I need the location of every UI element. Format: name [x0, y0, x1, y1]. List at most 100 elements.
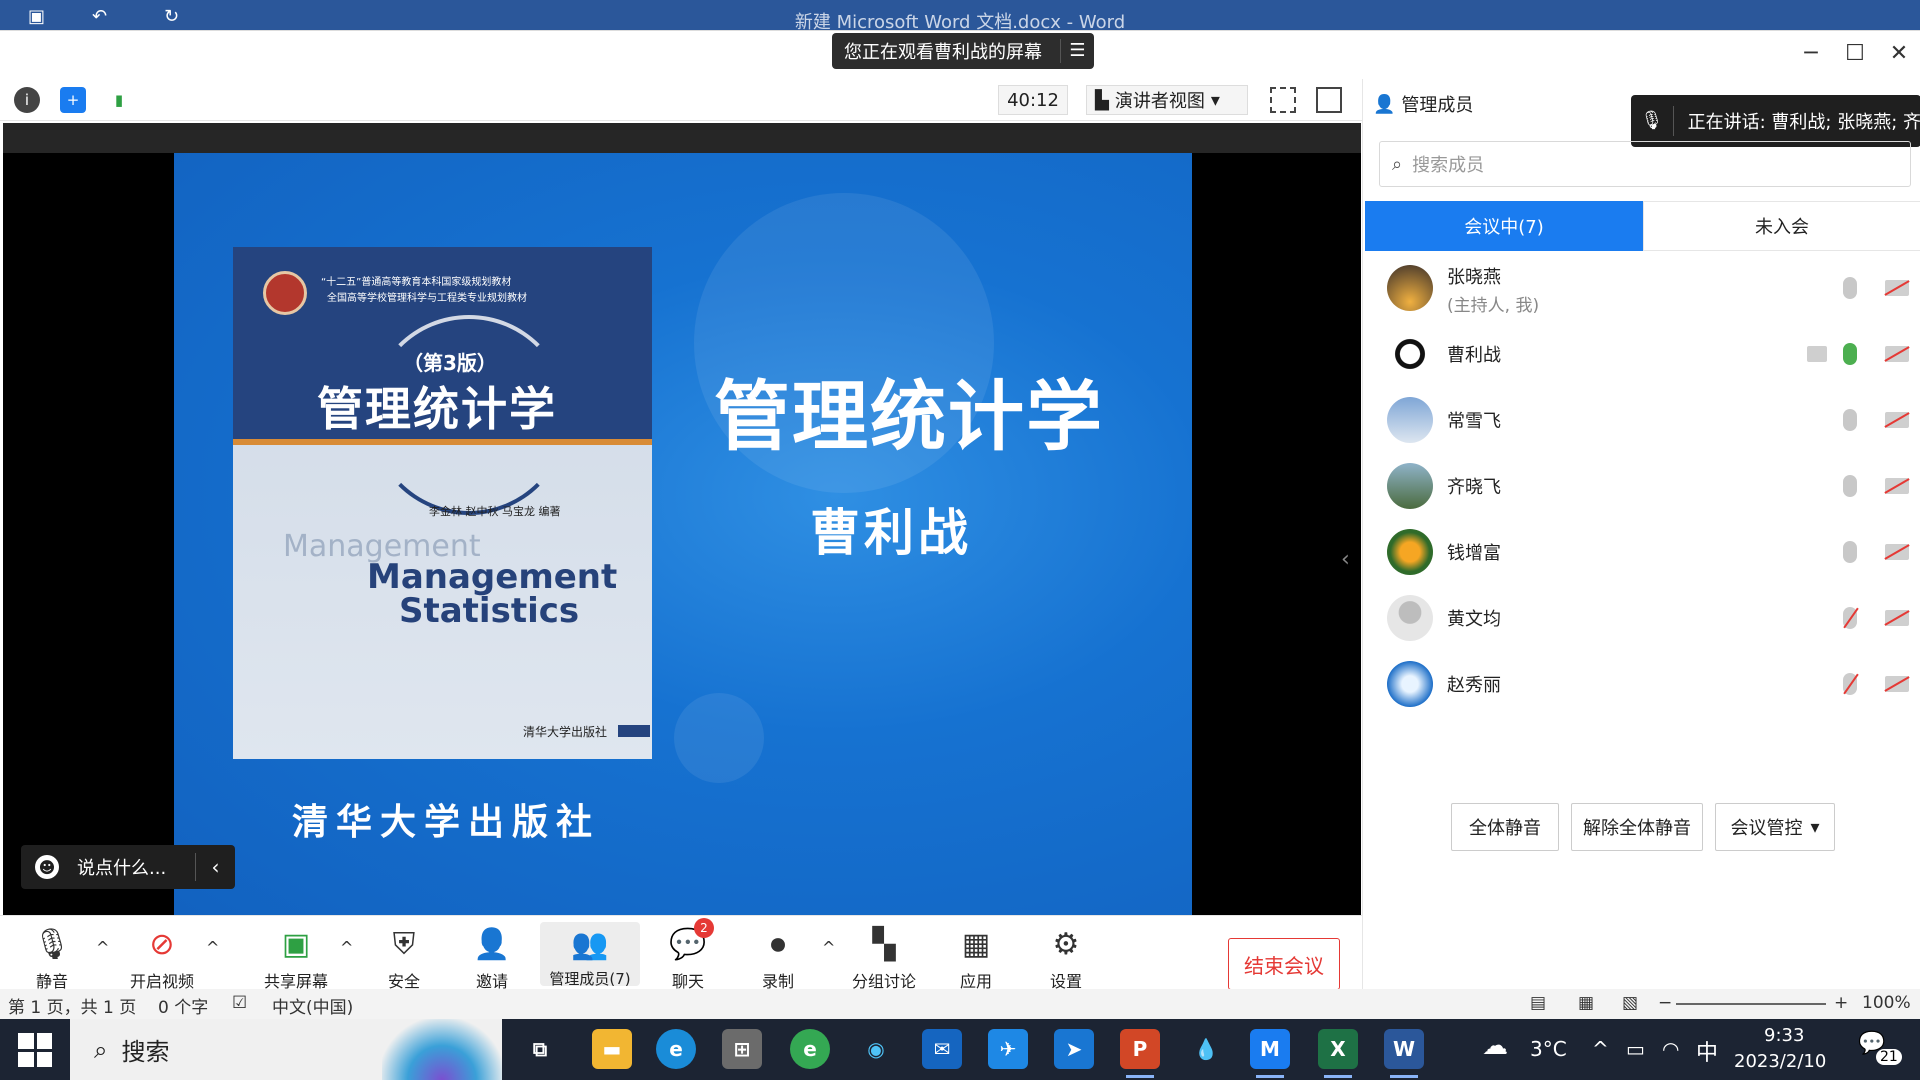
language[interactable]: 中文(中国): [272, 993, 353, 1018]
meeting-app-icon[interactable]: M: [1250, 1029, 1290, 1078]
file-explorer-icon[interactable]: ▬: [592, 1029, 632, 1069]
mic-muted-icon[interactable]: [1843, 673, 1857, 695]
search-placeholder[interactable]: 搜索成员: [1412, 151, 1484, 177]
maximize-icon[interactable]: ☐: [1840, 41, 1870, 66]
shield-icon[interactable]: +: [60, 87, 86, 113]
start-video-button[interactable]: ⊘ 开启视频: [112, 922, 212, 992]
settings-button[interactable]: ⚙ 设置: [1016, 922, 1116, 992]
chevron-left-icon[interactable]: ‹: [195, 853, 235, 881]
collapse-panel-icon[interactable]: ‹: [1341, 547, 1350, 572]
zoom-slider[interactable]: [1676, 1003, 1826, 1005]
weather-temp[interactable]: 3°C: [1530, 1037, 1567, 1061]
edge-icon[interactable]: e: [656, 1029, 696, 1069]
wifi-icon[interactable]: ◠: [1662, 1037, 1679, 1061]
zoom-level[interactable]: 100%: [1862, 993, 1911, 1013]
proofing-icon[interactable]: ☑: [232, 993, 247, 1013]
camera-off-icon[interactable]: [1885, 412, 1909, 428]
mic-icon[interactable]: [1843, 541, 1857, 563]
chat-button[interactable]: 💬 聊天: [638, 922, 738, 992]
clock-time[interactable]: 9:33: [1764, 1025, 1804, 1046]
mic-icon[interactable]: [1843, 277, 1857, 299]
signal-icon[interactable]: ▮: [106, 87, 132, 113]
fullscreen-icon[interactable]: [1270, 87, 1296, 113]
clock-date[interactable]: 2023/2/10: [1734, 1051, 1826, 1072]
web-layout-icon[interactable]: ▧: [1622, 993, 1638, 1013]
print-layout-icon[interactable]: ▦: [1578, 993, 1594, 1013]
sidebar-toggle-icon[interactable]: [1316, 87, 1342, 113]
member-list: 张晓燕 (主持人, 我) 曹利战 常雪飞 齐晓飞 钱增富 黄文均 赵秀丽: [1363, 255, 1920, 717]
mic-icon[interactable]: [1843, 475, 1857, 497]
share-screen-button[interactable]: ▣ 共享屏幕: [246, 922, 346, 992]
camera-off-icon[interactable]: [1885, 346, 1909, 362]
camera-off-icon[interactable]: [1885, 478, 1909, 494]
feishu-icon[interactable]: ➤: [1054, 1029, 1094, 1069]
tab-not-joined[interactable]: 未入会: [1643, 201, 1920, 251]
decor-circle: [674, 693, 764, 783]
camera-off-icon[interactable]: [1885, 280, 1909, 296]
camera-off-icon[interactable]: [1885, 544, 1909, 560]
security-button[interactable]: ⛨ 安全: [354, 922, 454, 992]
taskbar-search-label[interactable]: 搜索: [121, 1032, 169, 1067]
list-item[interactable]: 曹利战: [1363, 321, 1920, 387]
search-icon: ⌕: [94, 1035, 108, 1064]
panel-header: 👤 管理成员: [1373, 91, 1473, 117]
record-button[interactable]: ⏺ 录制: [728, 922, 828, 992]
list-item[interactable]: 常雪飞: [1363, 387, 1920, 453]
list-item[interactable]: 钱增富: [1363, 519, 1920, 585]
battery-icon[interactable]: ▭: [1626, 1037, 1645, 1061]
apps-button[interactable]: ▦ 应用: [926, 922, 1026, 992]
chevron-up-icon[interactable]: ^: [1592, 1037, 1609, 1061]
zoom-in-icon[interactable]: +: [1834, 993, 1848, 1013]
word-icon[interactable]: W: [1384, 1029, 1424, 1078]
weather-icon[interactable]: ☁: [1482, 1031, 1508, 1061]
close-icon[interactable]: ✕: [1884, 41, 1914, 66]
browser-icon[interactable]: e: [790, 1029, 830, 1069]
banner-menu-icon[interactable]: ☰: [1060, 39, 1094, 63]
info-icon[interactable]: i: [14, 87, 40, 113]
quick-chat[interactable]: ☻ 说点什么... ‹: [21, 845, 235, 889]
minimize-icon[interactable]: ─: [1796, 41, 1826, 66]
unmute-all-button[interactable]: 解除全体静音: [1571, 803, 1703, 851]
mic-icon[interactable]: [1843, 409, 1857, 431]
invite-button[interactable]: 👤 邀请: [442, 922, 542, 992]
list-item[interactable]: 齐晓飞: [1363, 453, 1920, 519]
chevron-down-icon: ▾: [1810, 816, 1820, 838]
apps-icon: ▦: [961, 926, 991, 962]
meeting-control-dropdown[interactable]: 会议管控 ▾: [1715, 803, 1835, 851]
mute-button[interactable]: 🎙 静音: [2, 922, 102, 992]
member-search[interactable]: ⌕ 搜索成员: [1379, 141, 1911, 187]
list-item[interactable]: 张晓燕 (主持人, 我): [1363, 255, 1920, 321]
breakout-button[interactable]: ▚ 分组讨论: [834, 922, 934, 992]
excel-icon[interactable]: X: [1318, 1029, 1358, 1078]
notification-count[interactable]: 21: [1876, 1049, 1902, 1065]
bird-app-icon[interactable]: ✈: [988, 1029, 1028, 1069]
powerpoint-icon[interactable]: P: [1120, 1029, 1160, 1078]
view-mode-dropdown[interactable]: ▙ 演讲者视图 ▾: [1086, 85, 1248, 115]
mail-icon[interactable]: ✉: [922, 1029, 962, 1069]
tab-in-meeting[interactable]: 会议中(7): [1365, 201, 1643, 251]
paint-app-icon[interactable]: 💧: [1186, 1029, 1226, 1069]
list-item[interactable]: 赵秀丽: [1363, 651, 1920, 717]
emoji-icon[interactable]: ☻: [35, 855, 59, 879]
chevron-up-icon[interactable]: ^: [96, 938, 109, 957]
camera-off-icon[interactable]: [1885, 610, 1909, 626]
end-meeting-button[interactable]: 结束会议: [1228, 938, 1340, 990]
windows-start-icon[interactable]: [18, 1033, 52, 1067]
chevron-up-icon[interactable]: ^: [206, 938, 219, 957]
shared-screen: “十二五”普通高等教育本科国家级规划教材 全国高等学校管理科学与工程类专业规划教…: [3, 123, 1361, 915]
mic-muted-icon[interactable]: [1843, 607, 1857, 629]
camera-off-icon[interactable]: [1885, 676, 1909, 692]
zoom-out-icon[interactable]: −: [1658, 993, 1672, 1013]
mute-all-button[interactable]: 全体静音: [1451, 803, 1559, 851]
task-view-icon[interactable]: ⧉: [520, 1029, 560, 1069]
chat-placeholder[interactable]: 说点什么...: [77, 854, 166, 880]
list-item[interactable]: 黄文均: [1363, 585, 1920, 651]
read-mode-icon[interactable]: ▤: [1530, 993, 1546, 1013]
store-icon[interactable]: ⊞: [722, 1029, 762, 1069]
manage-members-button[interactable]: 👥 管理成员(7): [540, 922, 640, 988]
mic-icon[interactable]: [1843, 343, 1857, 365]
ime-indicator[interactable]: 中: [1696, 1035, 1718, 1067]
eye-app-icon[interactable]: ◉: [856, 1029, 896, 1069]
taskbar-search[interactable]: ⌕ 搜索: [70, 1019, 502, 1080]
chevron-up-icon[interactable]: ^: [340, 938, 353, 957]
